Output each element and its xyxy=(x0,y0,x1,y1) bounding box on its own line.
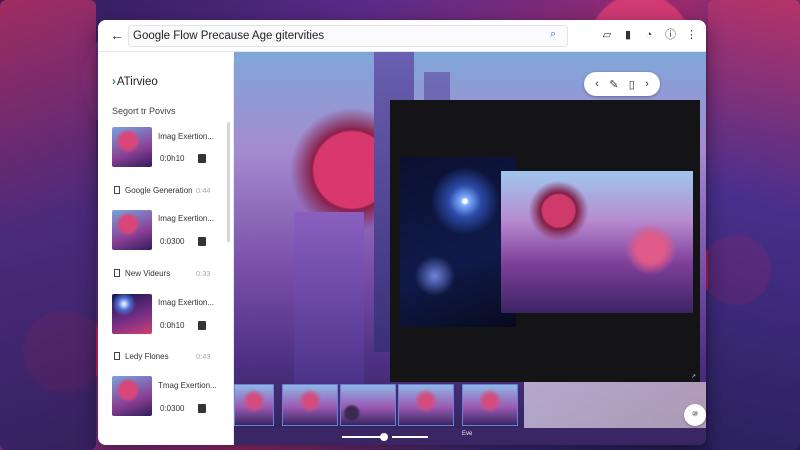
filmstrip-button[interactable]: ⑩ xyxy=(684,404,706,426)
section-count: 0:44 xyxy=(196,186,211,195)
section-count: 0:43 xyxy=(196,352,211,361)
info-icon[interactable]: ⓘ xyxy=(665,28,676,42)
space-image xyxy=(400,157,516,327)
address-bar[interactable]: Google Flow Precause Age gitervities xyxy=(128,25,568,47)
film-frame[interactable] xyxy=(282,384,338,426)
copy-icon[interactable] xyxy=(198,321,206,330)
bottom-bar: Eve xyxy=(234,428,706,445)
chevron-right-icon[interactable]: › xyxy=(645,78,649,90)
filmstrip: ⑩ 1h xyxy=(234,382,706,428)
filmstrip-overlay xyxy=(524,382,706,428)
sidebar: ›ATirvieo Segort tr Povivs Imag Exertion… xyxy=(98,62,234,445)
section-header: Google Generation xyxy=(114,186,193,195)
item-title[interactable]: Imag Exertion... xyxy=(158,298,214,307)
mic-icon[interactable]: ▮ xyxy=(623,28,633,42)
browser-window: ← Google Flow Precause Age gitervities ⌕… xyxy=(98,20,706,445)
bookmark-icon[interactable]: ▱ xyxy=(602,28,612,42)
item-title[interactable]: Imag Exertion... xyxy=(158,214,214,223)
viewer-nav: ‹ ✎ ▯ › xyxy=(584,72,660,96)
item-time: 0:0300 xyxy=(160,237,185,246)
top-bar: ← Google Flow Precause Age gitervities ⌕… xyxy=(98,20,706,52)
item-title[interactable]: Imag Exertion... xyxy=(158,132,214,141)
pen-icon[interactable]: ✎ xyxy=(609,78,618,91)
section-header: Ledy Flones xyxy=(114,352,169,361)
doc-icon xyxy=(114,269,120,277)
item-thumbnail[interactable] xyxy=(112,210,152,250)
scrollbar[interactable] xyxy=(227,122,230,242)
timeline-track[interactable] xyxy=(342,436,384,438)
scene-image xyxy=(501,171,693,313)
doc-icon xyxy=(114,186,120,194)
timeline-knob[interactable] xyxy=(380,433,388,441)
item-thumbnail[interactable] xyxy=(112,376,152,416)
doc-icon xyxy=(114,352,120,360)
item-title[interactable]: Tmag Exertion... xyxy=(158,381,217,390)
section-header: New Videurs xyxy=(114,269,170,278)
item-thumbnail[interactable] xyxy=(112,127,152,167)
more-vert-icon[interactable]: ⋮ xyxy=(686,28,697,42)
item-time: 0:0h10 xyxy=(160,321,185,330)
sidebar-subtitle: Segort tr Povivs xyxy=(112,106,176,116)
section-count: 0:33 xyxy=(196,269,211,278)
bg-slab xyxy=(0,0,96,450)
copy-icon[interactable] xyxy=(198,237,206,246)
page-icon[interactable]: ▯ xyxy=(629,78,635,91)
film-frame[interactable] xyxy=(398,384,454,426)
item-time: 0:0h10 xyxy=(160,154,185,163)
copy-icon[interactable] xyxy=(198,154,206,163)
film-frame[interactable] xyxy=(340,384,396,426)
back-arrow-icon[interactable]: ← xyxy=(110,28,124,42)
chevron-left-icon[interactable]: ‹ xyxy=(595,78,599,90)
item-time: 0:0300 xyxy=(160,404,185,413)
video-preview[interactable]: ↗ xyxy=(390,100,700,382)
film-frame[interactable] xyxy=(462,384,518,426)
extension-icon[interactable]: ◔ xyxy=(644,28,654,42)
address-text: Google Flow Precause Age gitervities xyxy=(133,30,325,42)
copy-icon[interactable] xyxy=(198,404,206,413)
search-icon[interactable]: ⌕ xyxy=(550,28,556,41)
expand-icon[interactable]: ↗ xyxy=(691,373,696,380)
sidebar-title: ›ATirvieo xyxy=(112,76,158,88)
logo-icon: › xyxy=(112,76,116,88)
bg-slab xyxy=(708,0,800,450)
item-thumbnail[interactable] xyxy=(112,294,152,334)
volume-track[interactable] xyxy=(392,436,428,438)
bottom-label: Eve xyxy=(462,431,473,437)
film-frame[interactable] xyxy=(234,384,274,426)
toolbar-icons: ▱ ▮ ◔ ⓘ ⋮ xyxy=(602,28,697,42)
